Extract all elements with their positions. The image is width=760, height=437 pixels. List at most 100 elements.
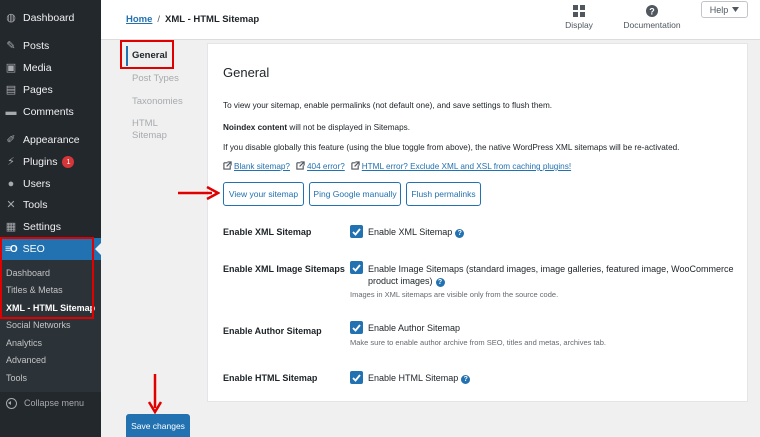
disable-note: If you disable globally this feature (us… (223, 143, 680, 152)
annotation-arrow-down-icon (147, 374, 163, 414)
404-error-link[interactable]: 404 error? (307, 162, 345, 171)
breadcrumb-current: XML - HTML Sitemap (165, 14, 260, 25)
annotation-arrow-right-icon (178, 186, 220, 200)
help-question-icon[interactable]: ? (435, 278, 445, 287)
sidebar-item-pages[interactable]: ▤ Pages (0, 79, 101, 101)
sidebar-item-appearance[interactable]: ✐ Appearance (0, 129, 101, 151)
option-label-image-sitemaps: Enable XML Image Sitemaps (223, 264, 345, 274)
sidebar-item-label: Media (23, 62, 52, 74)
display-label: Display (565, 20, 593, 30)
annotation-box-seo-menu (0, 237, 94, 319)
html-error-link[interactable]: HTML error? Exclude XML and XSL from cac… (362, 162, 571, 171)
pages-icon: ▤ (5, 83, 17, 96)
panel-title: General (223, 65, 270, 80)
breadcrumb-home-link[interactable]: Home (126, 14, 152, 25)
documentation-button[interactable]: ? Documentation (621, 5, 683, 30)
ping-google-button[interactable]: Ping Google manually (309, 182, 401, 206)
html-sitemap-checkbox[interactable] (350, 371, 363, 384)
sidebar-item-dashboard[interactable]: ◍ Dashboard (0, 7, 101, 29)
view-sitemap-button[interactable]: View your sitemap (223, 182, 304, 206)
option-label-author-sitemap: Enable Author Sitemap (223, 326, 322, 336)
current-menu-arrow (95, 243, 101, 255)
sidebar-item-label: Tools (23, 199, 48, 211)
collapse-icon (6, 397, 17, 409)
checkmark-icon (352, 373, 361, 382)
sidebar-item-label: Plugins (23, 156, 58, 168)
checkmark-icon (352, 263, 361, 272)
sidebar-item-media[interactable]: ▣ Media (0, 57, 101, 79)
blank-sitemap-link[interactable]: Blank sitemap? (234, 162, 290, 171)
help-links: Blank sitemap? 404 error? HTML error? Ex… (223, 161, 571, 171)
image-sitemaps-checkbox[interactable] (350, 261, 363, 274)
html-sitemap-checkbox-label: Enable HTML Sitemap? (368, 373, 471, 384)
flush-permalinks-button[interactable]: Flush permalinks (406, 182, 481, 206)
sidebar-item-label: Pages (23, 84, 53, 96)
sidebar-item-label: Comments (23, 106, 74, 118)
save-changes-button[interactable]: Save changes (126, 414, 190, 437)
noindex-text: Noindex content will not be displayed in… (223, 123, 410, 132)
sidebar-item-label: Dashboard (23, 12, 75, 24)
author-sitemap-checkbox-label: Enable Author Sitemap (368, 323, 461, 333)
sidebar-item-settings[interactable]: ▦ Settings (0, 216, 101, 238)
image-sitemaps-checkbox-label: Enable Image Sitemaps (standard images, … (368, 264, 734, 287)
tab-taxonomies[interactable]: Taxonomies (132, 96, 192, 108)
noindex-bold: Noindex content (223, 123, 288, 132)
noindex-rest: will not be displayed in Sitemaps. (287, 123, 411, 132)
collapse-menu-button[interactable]: Collapse menu (0, 394, 101, 412)
plug-icon: ⚡ (7, 155, 15, 168)
external-link-icon (296, 161, 305, 170)
sliders-icon: ▦ (5, 220, 17, 233)
sidebar-item-comments[interactable]: ▬ Comments (0, 101, 101, 123)
option-label-html-sitemap: Enable HTML Sitemap (223, 373, 318, 383)
sidebar-item-posts[interactable]: ✎ Posts (0, 35, 101, 57)
update-count-badge: 1 (62, 156, 75, 168)
sidebar-item-tools[interactable]: ✕ Tools (0, 194, 101, 216)
help-link-html-error[interactable]: HTML error? Exclude XML and XSL from cac… (351, 161, 571, 171)
collapse-menu-label: Collapse menu (24, 398, 85, 408)
help-label: Help (709, 4, 729, 15)
wrench-icon: ✕ (6, 198, 16, 211)
checkmark-icon (352, 227, 361, 236)
sidebar-item-plugins[interactable]: ⚡ Plugins 1 (0, 151, 101, 173)
submenu-item-social-networks[interactable]: Social Networks (6, 317, 71, 333)
tab-html-sitemap[interactable]: HTML Sitemap (132, 118, 172, 142)
intro-text: To view your sitemap, enable permalinks … (223, 101, 553, 110)
breadcrumb: Home / XML - HTML Sitemap (126, 14, 259, 25)
documentation-label: Documentation (623, 20, 681, 30)
svg-text:?: ? (649, 7, 655, 17)
annotation-box-general-tab (120, 40, 174, 69)
help-button[interactable]: Help (701, 1, 748, 18)
caret-down-icon (732, 7, 740, 12)
external-link-icon (223, 161, 232, 170)
help-question-icon[interactable]: ? (461, 375, 471, 384)
comment-icon: ▬ (5, 105, 17, 118)
help-link-blank[interactable]: Blank sitemap? (223, 161, 290, 171)
display-icon (573, 5, 585, 17)
pin-icon: ✎ (6, 39, 16, 52)
question-icon: ? (646, 5, 658, 17)
admin-sidebar: ◍ Dashboard ✎ Posts ▣ Media ▤ Pages ▬ Co… (0, 0, 101, 437)
tab-post-types[interactable]: Post Types (132, 73, 179, 85)
settings-panel: General To view your sitemap, enable per… (207, 43, 748, 402)
xml-sitemap-checkbox-label: Enable XML Sitemap? (368, 227, 465, 238)
breadcrumb-separator: / (157, 14, 161, 25)
checkmark-icon (352, 323, 361, 332)
sidebar-item-label: Users (23, 178, 51, 190)
sidebar-item-users[interactable]: ● Users (0, 173, 101, 195)
display-button[interactable]: Display (562, 5, 596, 30)
submenu-item-advanced[interactable]: Advanced (6, 352, 46, 368)
author-sitemap-note: Make sure to enable author archive from … (350, 338, 606, 347)
brush-icon: ✐ (6, 133, 16, 146)
sidebar-item-label: Settings (23, 221, 61, 233)
xml-sitemap-checkbox[interactable] (350, 225, 363, 238)
sidebar-item-label: Appearance (23, 134, 80, 146)
sidebar-item-label: Posts (23, 40, 50, 52)
page-header: Home / XML - HTML Sitemap Display ? Docume… (101, 0, 760, 40)
external-link-icon (351, 161, 360, 170)
help-link-404[interactable]: 404 error? (296, 161, 345, 171)
submenu-item-tools[interactable]: Tools (6, 370, 27, 386)
author-sitemap-checkbox[interactable] (350, 321, 363, 334)
image-sitemaps-note: Images in XML sitemaps are visible only … (350, 290, 559, 299)
submenu-item-analytics[interactable]: Analytics (6, 335, 42, 351)
help-question-icon[interactable]: ? (455, 229, 465, 238)
